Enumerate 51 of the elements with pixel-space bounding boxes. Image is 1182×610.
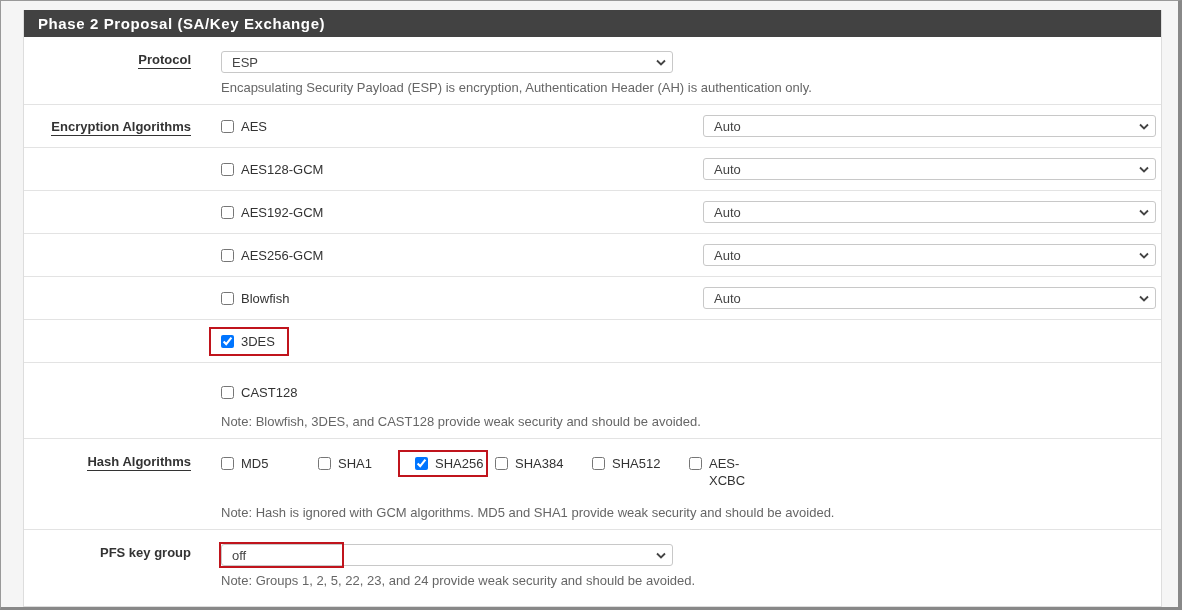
checkbox[interactable] [592, 457, 605, 470]
checkbox[interactable] [221, 334, 234, 348]
caret-icon [1139, 251, 1149, 259]
dropdown[interactable]: Auto [703, 158, 1156, 180]
dropdown[interactable]: Auto [703, 244, 1156, 266]
caret-icon [656, 551, 666, 559]
checkbox-label[interactable]: 3DES [241, 332, 275, 350]
dropdown[interactable]: Auto [703, 201, 1156, 223]
field-label[interactable]: Encryption Algorithms [51, 119, 191, 136]
checkbox-label[interactable]: AES256-GCM [241, 246, 324, 264]
checkbox-label[interactable]: Blowfish [241, 289, 290, 307]
checkbox-label[interactable]: SHA1 [338, 455, 372, 472]
checkbox-label[interactable]: SHA512 [612, 455, 661, 472]
checkbox[interactable] [495, 457, 508, 470]
highlighted-checkbox-option[interactable]: SHA256 [398, 450, 488, 477]
help-text: Note: Groups 1, 2, 5, 22, 23, and 24 provide weak security and should be avoided. [221, 573, 697, 589]
help-text: Note: Hash is ignored with GCM algorithms. MD5 and SHA1 provide weak security and should be avoided. [221, 505, 836, 521]
help-text: Note: Blowfish, 3DES, and CAST128 provide weak security and should be avoided. [221, 414, 702, 430]
dropdown[interactable]: ESP [221, 51, 673, 73]
checkbox-label[interactable]: CAST128 [241, 383, 298, 401]
checkbox-label[interactable]: SHA384 [515, 455, 564, 472]
checkbox-label[interactable]: SHA256 [435, 455, 484, 472]
field-label: PFS key group [99, 545, 191, 560]
checkbox[interactable] [221, 385, 234, 399]
checkbox[interactable] [221, 205, 234, 219]
caret-icon [1139, 122, 1149, 130]
checkbox-label[interactable]: AES [241, 117, 267, 135]
caret-icon [1139, 165, 1149, 173]
checkbox[interactable] [221, 248, 234, 262]
panel-title: Phase 2 Proposal (SA/Key Exchange) [38, 15, 326, 32]
field-label[interactable]: Protocol [138, 52, 191, 69]
checkbox[interactable] [689, 457, 702, 470]
field-label[interactable]: Hash Algorithms [87, 454, 191, 471]
checkbox[interactable] [221, 162, 234, 176]
dropdown[interactable]: Auto [703, 287, 1156, 309]
caret-icon [656, 58, 666, 66]
highlighted-checkbox-option[interactable]: 3DES [209, 326, 289, 356]
checkbox[interactable] [318, 457, 331, 470]
checkbox[interactable] [221, 291, 234, 305]
dropdown[interactable]: Auto [703, 115, 1156, 137]
checkbox-label[interactable]: AES-XCBC [709, 455, 765, 489]
help-text: Encapsulating Security Payload (ESP) is encryption, Authentication Header (AH) is authentication only. [221, 80, 813, 96]
checkbox[interactable] [415, 457, 428, 470]
checkbox-label[interactable]: AES128-GCM [241, 160, 324, 178]
checkbox-label[interactable]: AES192-GCM [241, 203, 324, 221]
dropdown[interactable]: off [221, 544, 673, 566]
checkbox-label[interactable]: MD5 [241, 455, 269, 472]
caret-icon [1139, 208, 1149, 216]
checkbox[interactable] [221, 457, 234, 470]
checkbox[interactable] [221, 119, 234, 133]
caret-icon [1139, 294, 1149, 302]
